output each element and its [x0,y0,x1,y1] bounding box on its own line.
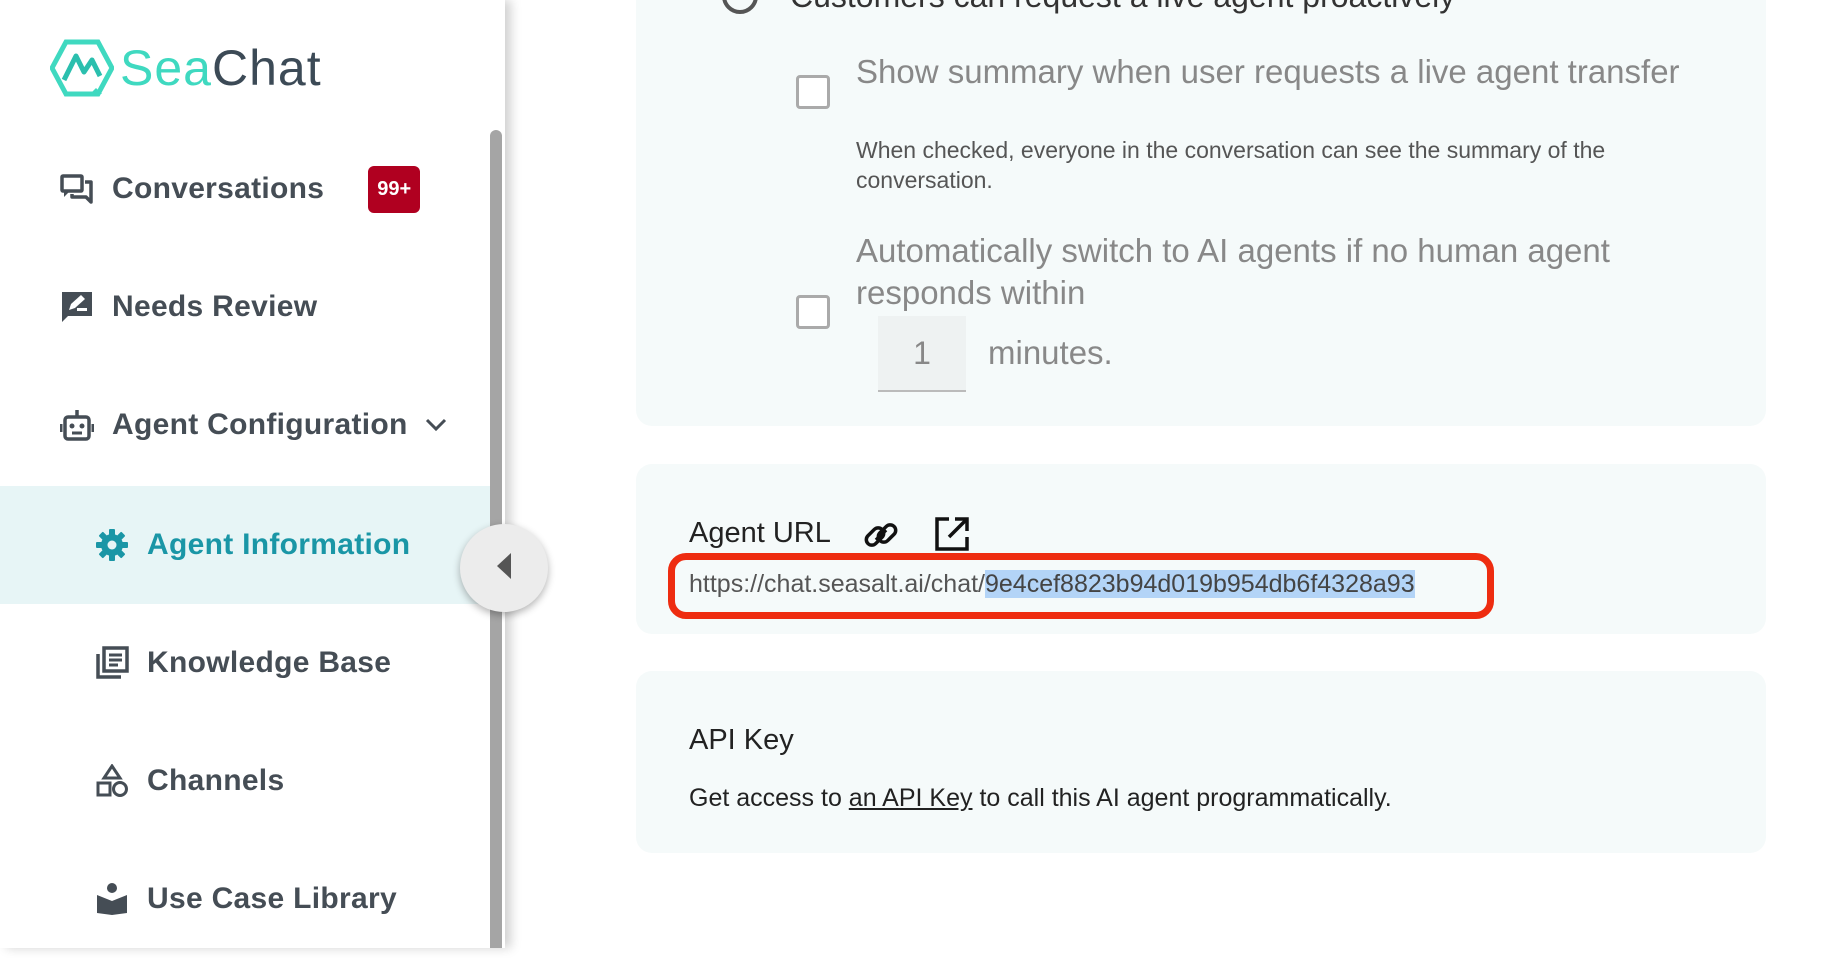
robot-icon [60,408,94,442]
sidebar: SeaChat Conversations 99+ Needs Review A… [0,0,505,948]
live-agent-request-label: Customers can request a live agent proac… [790,0,1455,15]
show-summary-help-text: When checked, everyone in the conversati… [856,137,1606,193]
sidebar-item-label: Needs Review [112,290,318,323]
api-key-desc-before: Get access to [689,784,849,812]
sidebar-item-agent-information[interactable]: Agent Information [0,486,490,604]
unread-count-badge: 99+ [368,165,421,213]
sidebar-item-needs-review[interactable]: Needs Review [0,248,490,366]
sidebar-item-label: Channels [147,764,285,797]
chevron-down-icon[interactable] [424,417,448,433]
sidebar-item-label: Use Case Library [147,882,397,915]
agent-url-id-selected: 9e4cef8823b94d019b954db6f4328a93 [985,570,1415,598]
sidebar-item-label: Agent Configuration [112,408,408,441]
minutes-label: minutes. [988,334,1113,371]
api-key-title: API Key [689,724,794,756]
auto-switch-title: Automatically switch to AI agents if no … [856,232,1610,311]
api-key-card [636,671,1766,853]
sidebar-item-use-case-library[interactable]: Use Case Library [0,840,490,958]
show-summary-title: Show summary when user requests a live a… [856,53,1680,90]
rate-review-icon [60,290,94,324]
api-key-desc-after: to call this AI agent programmatically. [972,784,1392,812]
seachat-logo-icon [50,39,114,97]
sidebar-item-label: Conversations [112,172,325,205]
logo-text: SeaChat [120,39,322,97]
agent-url-title: Agent URL [689,517,831,549]
chat-bubbles-icon [60,172,94,206]
minutes-input[interactable]: 1 [878,316,966,392]
api-key-description: Get access to an API Key to call this AI… [689,784,1392,813]
shapes-icon [95,764,129,798]
sidebar-item-conversations[interactable]: Conversations 99+ [0,130,490,248]
logo-text-chat: Chat [211,40,322,96]
collapse-sidebar-button[interactable] [460,524,548,612]
sidebar-item-label: Agent Information [147,528,411,561]
sidebar-item-channels[interactable]: Channels [0,722,490,840]
logo-text-sea: Sea [120,40,212,96]
api-key-link[interactable]: an API Key [849,784,973,812]
show-summary-checkbox[interactable] [796,75,830,109]
gear-icon [95,528,129,562]
sidebar-item-agent-configuration[interactable]: Agent Configuration [0,366,490,484]
seachat-logo[interactable]: SeaChat [50,38,322,98]
chevron-left-icon [494,551,514,586]
sidebar-item-label: Knowledge Base [147,646,392,679]
library-books-icon [95,646,129,680]
agent-url-text[interactable]: https://chat.seasalt.ai/chat/9e4cef8823b… [689,570,1415,599]
book-reader-icon [95,882,129,916]
auto-switch-checkbox[interactable] [796,295,830,329]
open-in-new-icon[interactable] [934,516,970,557]
sidebar-item-knowledge-base[interactable]: Knowledge Base [0,604,490,722]
agent-url-prefix: https://chat.seasalt.ai/chat/ [689,570,985,598]
